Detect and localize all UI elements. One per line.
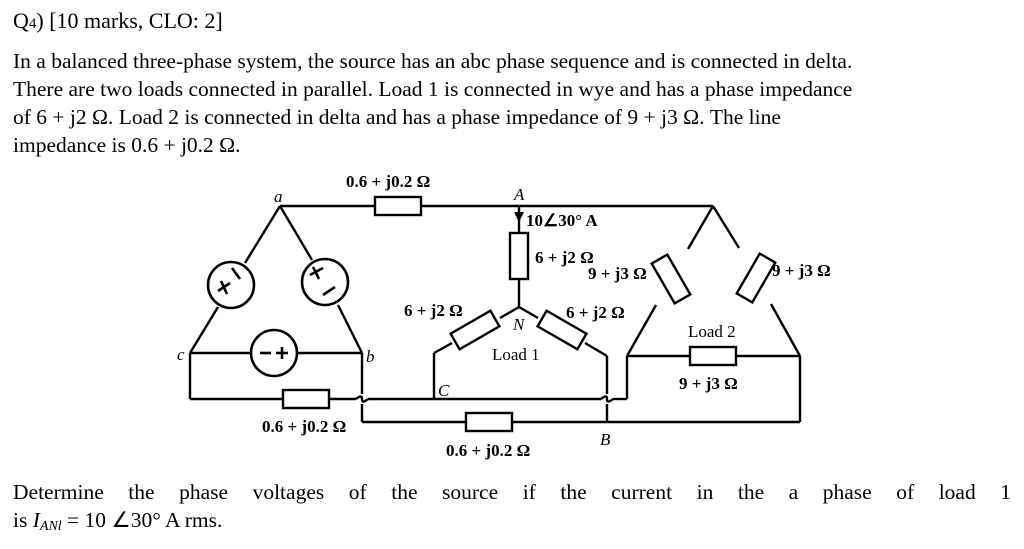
prompt-word: in [696,480,714,504]
load1-phase-b-wire-2 [584,341,608,358]
wire-a-right [278,205,314,261]
wire-a-left [243,205,282,264]
load1-impedance-a [508,231,530,281]
question-header: Q4) [10 marks, CLO: 2] [13,8,223,34]
body-line: In a balanced three-phase system, the so… [13,49,853,73]
circuit-diagram: a c b 0.6 + j0.2 Ω 0.6 + j0.2 Ω 0.6 + j0… [177,172,831,460]
body-line: There are two loads connected in paralle… [13,77,853,101]
prompt-word: the [560,480,587,504]
line-impedance-a-label: 0.6 + j0.2 Ω [346,172,430,191]
load2-impedance-right-label: 9 + j3 Ω [772,261,831,280]
prompt-word: a [788,480,799,504]
load1-phase-c-wire-2 [433,341,453,355]
line-impedance-a [373,195,423,217]
prompt-word: if [522,480,536,504]
line-impedance-b-label: 0.6 + j0.2 Ω [446,441,530,460]
load2-impedance-bottom [688,345,738,367]
current-label: 10∠30° A [526,211,598,230]
node-N-label: N [512,315,526,334]
prompt-word: phase [179,480,229,504]
wire-right-b [336,304,364,354]
prompt-word: phase [822,480,872,504]
prompt-word: voltages [252,480,325,504]
question-marks: [10 marks, CLO: 2] [49,8,223,33]
node-a-label: a [274,187,283,206]
body-line: impedance is 0.6 + j0.2 Ω. [13,133,241,157]
prompt-word: load [938,480,976,504]
body-line: of 6 + j2 Ω. Load 2 is connected in delt… [13,105,781,129]
wire-left-c [188,306,220,354]
line-impedance-c-label: 0.6 + j0.2 Ω [262,417,346,436]
source-delta: a c b [177,187,375,378]
load1-wye: A 10∠30° A 6 + j2 Ω N 6 + j2 Ω C 6 + j2 … [404,185,625,422]
prompt-word: the [737,480,765,504]
load1-impedance-a-label: 6 + j2 Ω [535,248,594,267]
prompt-word: source [442,480,499,504]
current-subscript: ANl [39,519,62,534]
line-c-crossover-b [355,395,369,403]
node-B-label: B [600,430,611,449]
source-bc [249,328,299,378]
load2-impedance-bottom-label: 9 + j3 Ω [679,374,738,393]
current-arrow-icon [514,212,524,222]
load1-impedance-c-label: 6 + j2 Ω [404,301,463,320]
prompt-prefix: is [13,508,33,532]
question-number: Q4) [13,8,44,33]
node-c-label: c [177,345,185,364]
prompt-word: current [611,480,673,504]
prompt-word: 1 [1000,480,1011,504]
current-symbol: I [32,508,40,532]
load1-impedance-b-label: 6 + j2 Ω [566,303,625,322]
load2-impedance-right [735,251,777,305]
prompt-word: of [348,480,367,504]
prompt-word: the [128,480,155,504]
load1-label: Load 1 [492,345,540,364]
node-C-label: C [438,381,450,400]
line-impedance-b [464,411,514,433]
load2-left-wire-2 [625,304,658,357]
question-prompt: Determine the phase voltages of the source if th… [13,478,1011,541]
node-A-label: A [513,185,525,204]
source-ab [300,257,350,307]
prompt-word: the [391,480,418,504]
prompt-line-2: is IANl = 10 ∠30° A rms. [13,506,1011,541]
load2-impedance-left [650,252,692,306]
load2-right-wire-2 [769,303,802,357]
source-ca [206,260,256,310]
line-impedance-c [281,388,331,410]
load2-label: Load 2 [688,322,736,341]
prompt-word: Determine [13,480,104,504]
line-c-crossover-B [600,395,614,403]
prompt-word: of [896,480,915,504]
prompt-suffix: = 10 ∠30° A rms. [61,508,223,532]
load2-impedance-left-label: 9 + j3 Ω [588,264,647,283]
node-b-label: b [366,347,375,366]
load2-right-wire-1 [711,205,741,249]
load2-left-wire-1 [686,205,715,250]
question-body: In a balanced three-phase system, the so… [13,47,1013,159]
prompt-line-1: Determine the phase voltages of the source if th… [13,478,1011,506]
